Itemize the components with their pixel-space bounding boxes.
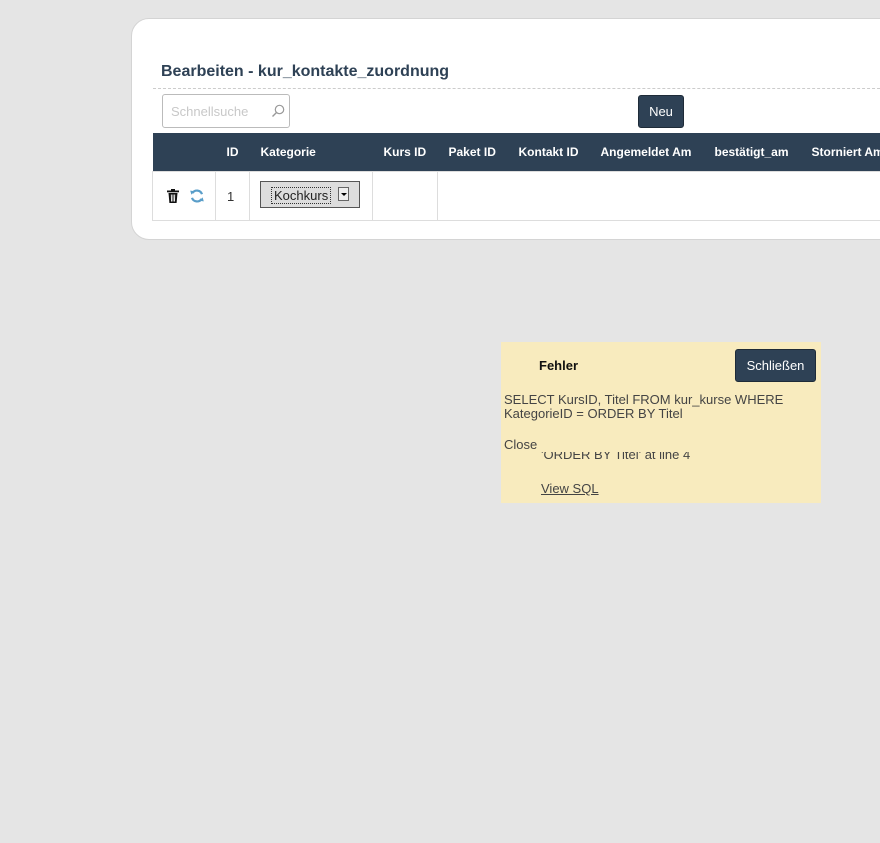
column-header-bestaetigt-am[interactable]: bestätigt_am: [703, 133, 801, 172]
page-title: Bearbeiten - kur_kontakte_zuordnung: [161, 63, 450, 80]
search-input[interactable]: [171, 95, 271, 127]
error-dialog: Fehler Schließen SELECT KursID, Titel FR…: [501, 342, 821, 503]
trash-icon[interactable]: [165, 188, 181, 204]
search-icon[interactable]: [270, 103, 286, 119]
error-title: Fehler: [539, 358, 579, 373]
error-sql-text: SELECT KursID, Titel FROM kur_kurse WHER…: [504, 392, 784, 421]
column-header-id[interactable]: ID: [215, 133, 250, 172]
cell-kurs-id: [372, 171, 438, 221]
new-button[interactable]: Neu: [638, 95, 684, 128]
error-close-text: Close: [504, 437, 538, 452]
close-button[interactable]: Schließen: [735, 349, 816, 382]
kategorie-select-value: Kochkurs: [271, 187, 332, 204]
column-header-angemeldet-am[interactable]: Angemeldet Am: [589, 133, 704, 172]
error-message-text: 'ORDER BY Titel' at line 4: [541, 452, 691, 462]
column-header-kontakt-id[interactable]: Kontakt ID: [507, 133, 590, 172]
column-header-kategorie[interactable]: Kategorie: [249, 133, 373, 172]
table-row: 1 Kochkurs: [152, 171, 880, 221]
cell-kategorie: Kochkurs: [249, 171, 373, 221]
column-header-actions: [152, 133, 216, 172]
page: Bearbeiten - kur_kontakte_zuordnung Neu …: [0, 0, 880, 843]
title-divider: [153, 88, 880, 89]
edit-panel: Bearbeiten - kur_kontakte_zuordnung Neu …: [131, 18, 880, 240]
cell-remaining: [437, 171, 880, 221]
refresh-icon[interactable]: [189, 188, 205, 204]
chevron-down-icon[interactable]: [338, 187, 349, 201]
column-header-storniert-am[interactable]: Storniert Am: [800, 133, 880, 172]
table-header-row: ID Kategorie Kurs ID Paket ID Kontakt ID…: [152, 133, 880, 172]
row-actions: [152, 171, 216, 221]
column-header-kurs-id[interactable]: Kurs ID: [372, 133, 438, 172]
records-table: ID Kategorie Kurs ID Paket ID Kontakt ID…: [152, 133, 880, 221]
view-sql-link[interactable]: View SQL: [541, 481, 599, 496]
kategorie-select[interactable]: Kochkurs: [260, 181, 360, 208]
error-message: 'ORDER BY Titel' at line 4: [541, 452, 690, 464]
quick-search[interactable]: [162, 94, 290, 128]
column-header-paket-id[interactable]: Paket ID: [437, 133, 508, 172]
cell-id: 1: [215, 171, 250, 221]
